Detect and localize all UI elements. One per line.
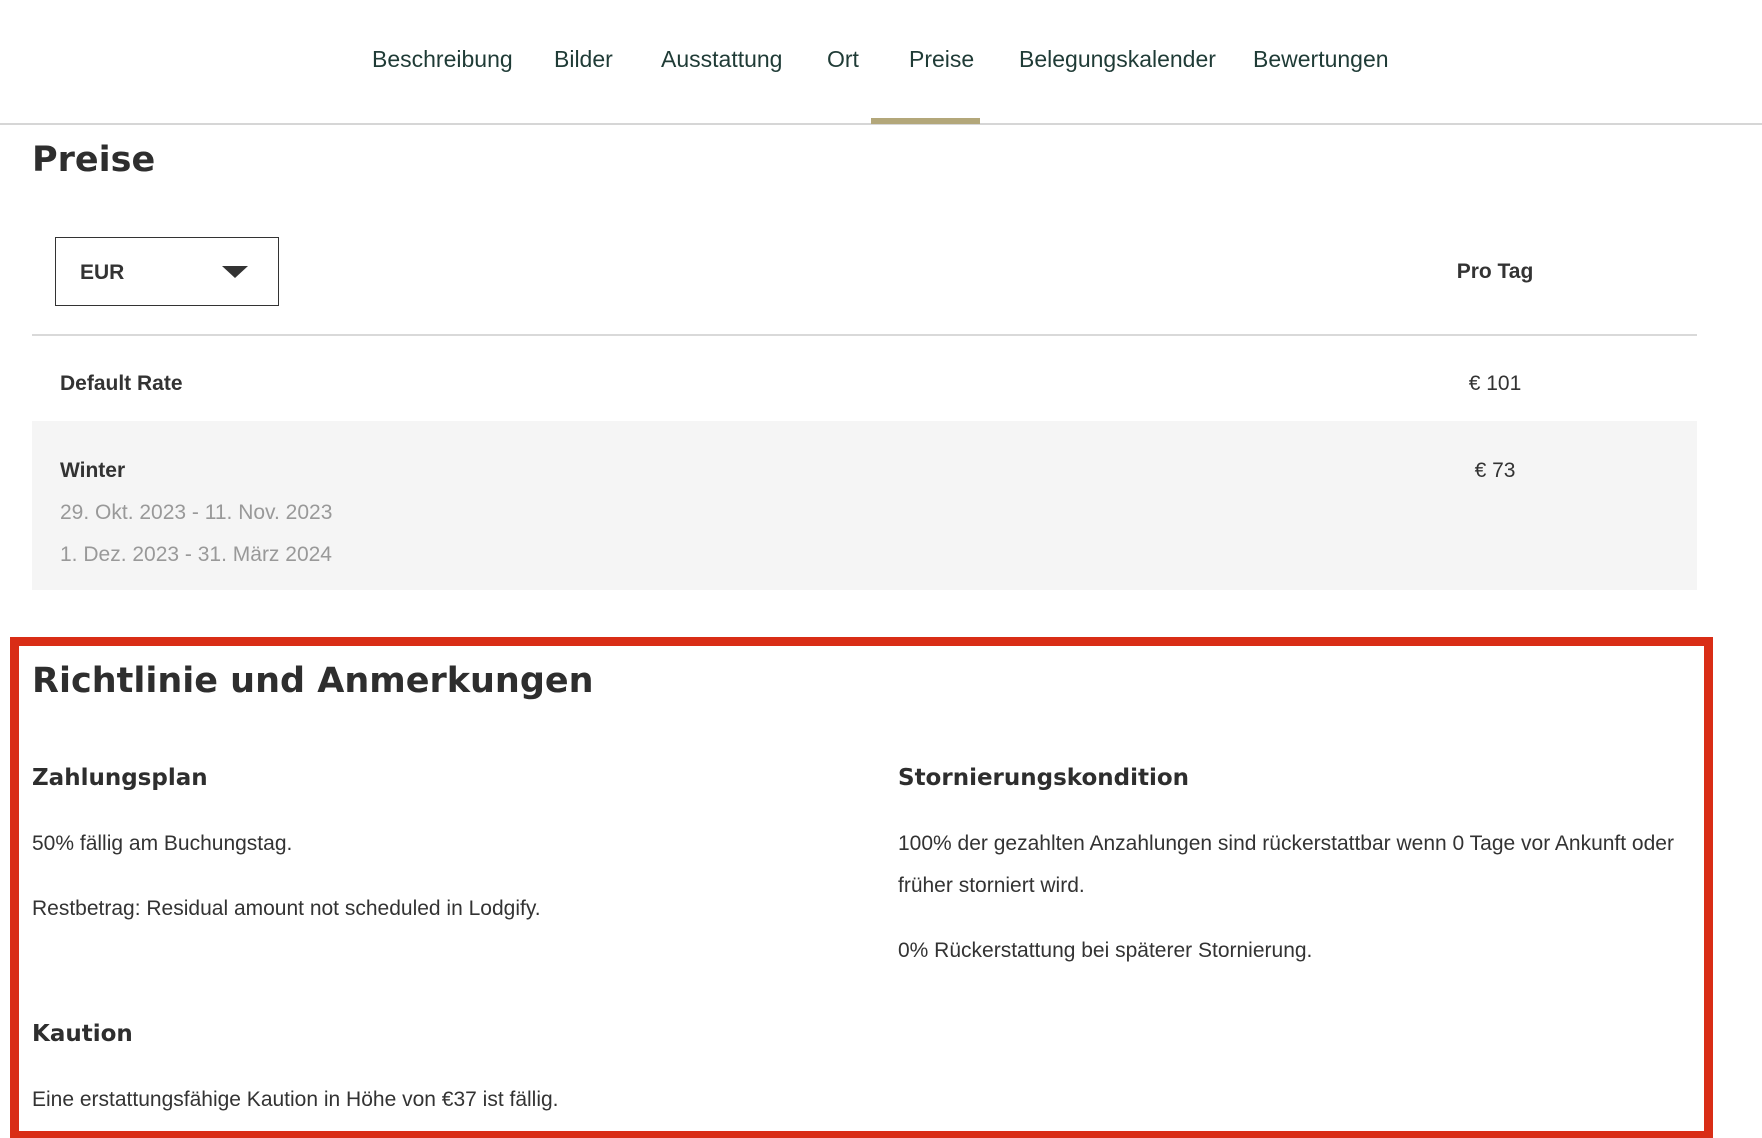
- page: Beschreibung Bilder Ausstattung Ort Prei…: [0, 0, 1762, 1138]
- cancellation-text: 0% Rückerstattung bei späterer Stornieru…: [898, 939, 1313, 962]
- table-divider: [32, 334, 1697, 336]
- payment-plan-text: 50% fällig am Buchungstag.: [32, 832, 293, 855]
- season-date-range: 29. Okt. 2023 - 11. Nov. 2023: [60, 501, 333, 524]
- payment-plan-heading: Zahlungsplan: [32, 765, 208, 791]
- tab-beschreibung[interactable]: Beschreibung: [372, 46, 513, 73]
- deposit-heading: Kaution: [32, 1021, 133, 1047]
- cancellation-text: 100% der gezahlten Anzahlungen sind rück…: [898, 832, 1674, 897]
- tab-bewertungen[interactable]: Bewertungen: [1253, 46, 1389, 73]
- tab-preise[interactable]: Preise: [909, 46, 974, 73]
- rate-name: Winter: [60, 459, 126, 482]
- prices-title: Preise: [32, 140, 156, 180]
- rate-value: € 101: [1468, 372, 1522, 395]
- chevron-down-icon: [222, 266, 248, 278]
- currency-value: EUR: [80, 261, 125, 284]
- rate-value: € 73: [1474, 459, 1516, 482]
- currency-select[interactable]: EUR: [55, 237, 279, 306]
- section-nav: Beschreibung Bilder Ausstattung Ort Prei…: [0, 0, 1762, 125]
- cancellation-heading: Stornierungskondition: [898, 765, 1190, 791]
- tab-ort[interactable]: Ort: [827, 46, 859, 73]
- season-date-range: 1. Dez. 2023 - 31. März 2024: [60, 543, 332, 566]
- deposit-text: Eine erstattungsfähige Kaution in Höhe v…: [32, 1088, 559, 1111]
- tab-bilder[interactable]: Bilder: [554, 46, 613, 73]
- tab-belegungskalender[interactable]: Belegungskalender: [1019, 46, 1216, 73]
- rate-name: Default Rate: [60, 372, 183, 395]
- policy-title: Richtlinie und Anmerkungen: [32, 661, 594, 701]
- tab-ausstattung[interactable]: Ausstattung: [661, 46, 782, 73]
- payment-plan-text: Restbetrag: Residual amount not schedule…: [32, 897, 541, 920]
- price-column-header: Pro Tag: [1456, 260, 1534, 283]
- active-tab-indicator: [871, 118, 980, 124]
